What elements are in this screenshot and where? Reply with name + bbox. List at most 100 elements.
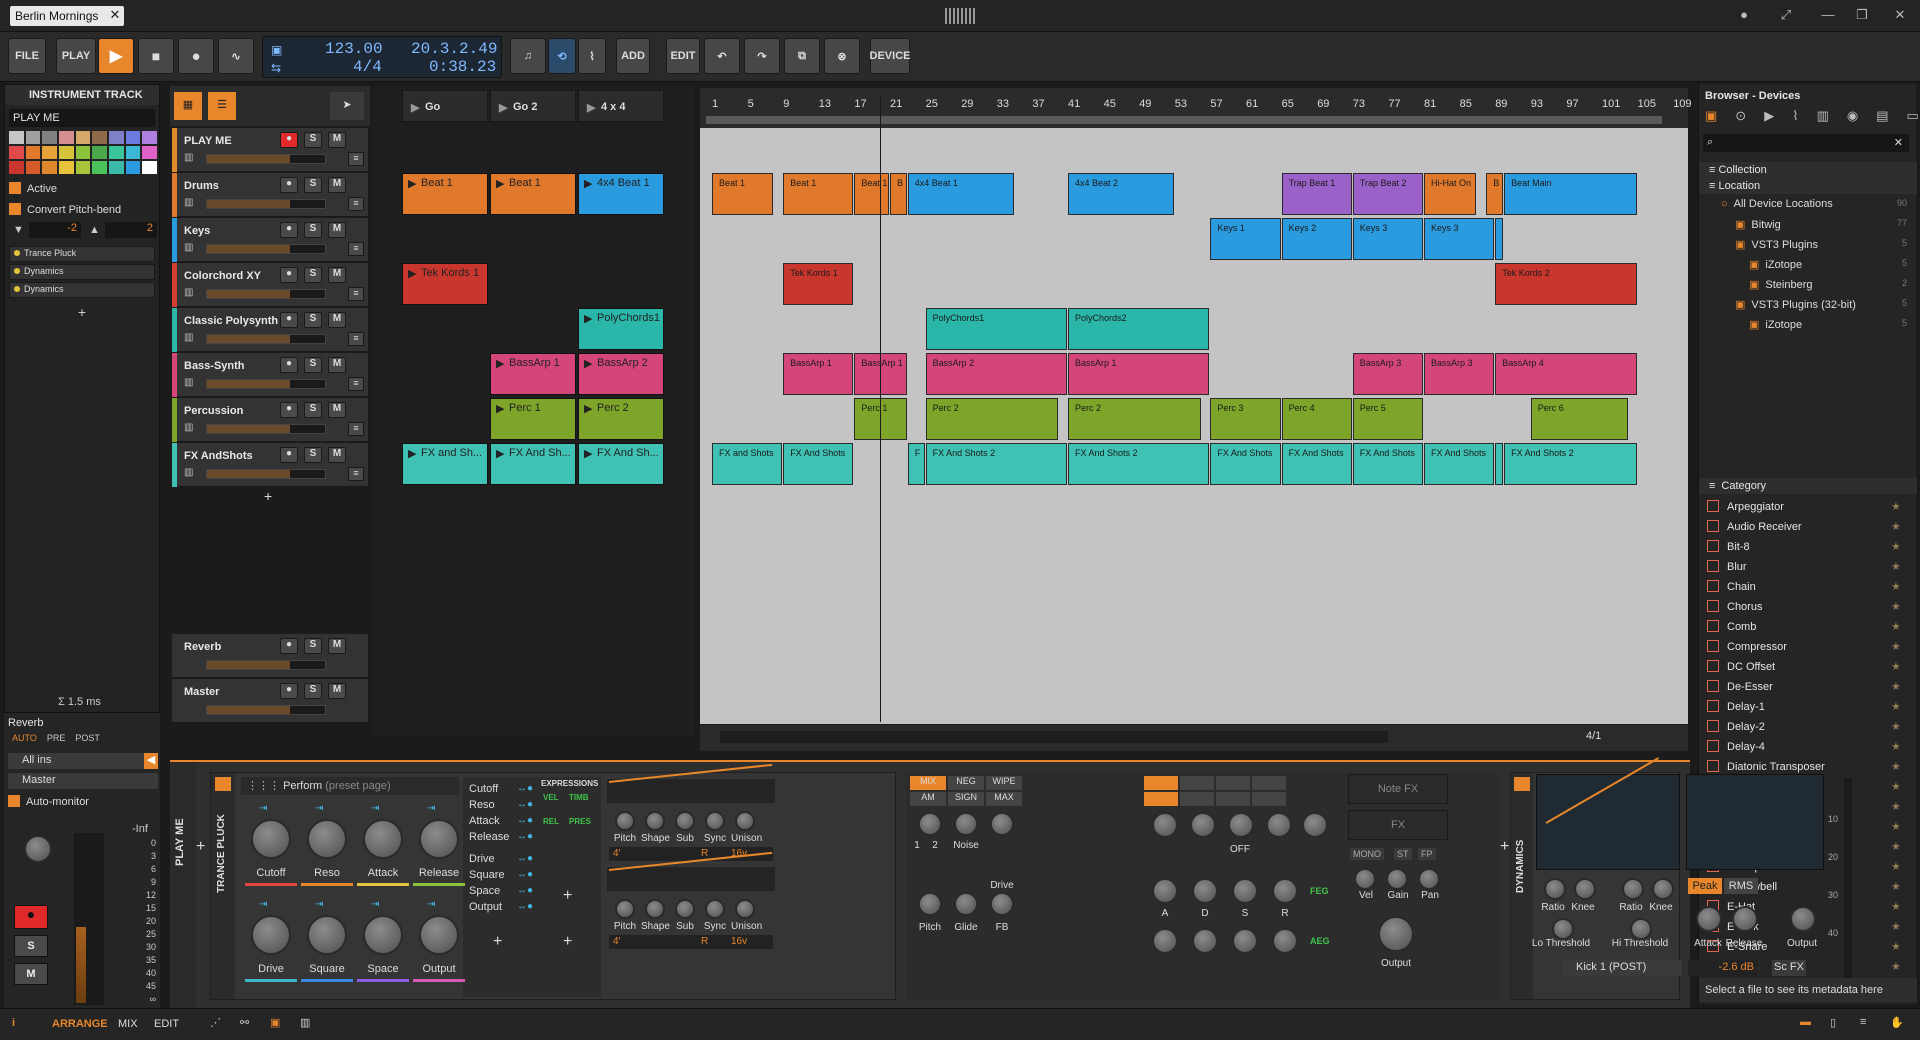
favorite-star-icon[interactable]: ★ — [1891, 660, 1901, 673]
mix-mode-button[interactable]: MIX — [910, 776, 946, 790]
presets-tab-icon[interactable]: ⊙ — [1735, 108, 1746, 128]
settings-icon[interactable]: ≡ — [1860, 1016, 1866, 1028]
record-button[interactable]: ● — [178, 38, 214, 74]
category-item[interactable]: Chain ★ — [1707, 580, 1917, 598]
macro-knob[interactable] — [419, 915, 459, 955]
record-dot-icon[interactable]: ● — [1734, 7, 1754, 25]
sidechain-gain-value[interactable]: -2.6 dB — [1688, 960, 1758, 976]
volume-fader[interactable] — [206, 334, 326, 344]
modulation-arrow-icon[interactable]: ⇥ — [371, 803, 379, 814]
clip-play-icon[interactable]: ▶ — [584, 447, 592, 460]
palette-swatch[interactable] — [109, 146, 124, 159]
scene-slot[interactable]: ▶ 4 x 4 — [578, 90, 664, 122]
mute-button[interactable]: M — [328, 683, 346, 699]
track-menu-icon[interactable]: ≡ — [348, 332, 364, 346]
solo-button[interactable]: S — [304, 683, 322, 699]
favorite-star-icon[interactable]: ★ — [1891, 520, 1901, 533]
delete-button[interactable]: ⊗ — [824, 38, 860, 74]
mix-mode-button[interactable]: SIGN — [948, 792, 984, 806]
inspector-device-item[interactable]: Trance Pluck — [9, 246, 155, 262]
clip-play-icon[interactable]: ▶ — [496, 177, 504, 190]
mod-target-arrow-icon[interactable]: ↔● — [517, 885, 533, 896]
add-device-icon[interactable]: + — [5, 304, 159, 320]
output-select[interactable]: Master — [8, 773, 158, 789]
arranger-clip[interactable]: Keys 2 — [1281, 218, 1352, 260]
beat-position[interactable]: 20.3.2.49 — [411, 40, 497, 58]
arranger-clip[interactable]: BassArp 3 — [1424, 353, 1495, 395]
palette-swatch[interactable] — [142, 131, 157, 144]
arranger-clip[interactable]: B — [1486, 173, 1504, 215]
edit-button[interactable]: EDIT — [666, 38, 700, 74]
osc-knob[interactable] — [705, 899, 725, 919]
mute-button[interactable]: M — [328, 357, 346, 373]
arm-button[interactable]: ● — [280, 177, 298, 193]
mute-button[interactable]: M — [328, 267, 346, 283]
multisamples-tab-icon[interactable]: ▥ — [1817, 108, 1829, 128]
track-header[interactable]: Bass-Synth ● S M ▥ ≡ — [172, 353, 380, 397]
track-header[interactable]: Classic Polysynth ● S M ▥ ≡ — [172, 308, 380, 352]
category-item[interactable]: Compressor ★ — [1707, 640, 1917, 658]
scene-launch-icon[interactable]: ▶ — [587, 101, 595, 114]
metronome-button[interactable]: ♫ — [510, 38, 546, 74]
pan-knob[interactable] — [1418, 868, 1440, 890]
launcher-clip[interactable]: ▶ Beat 1 — [402, 173, 488, 215]
arranger-clip[interactable]: BassArp 4 — [1495, 353, 1637, 395]
favorite-star-icon[interactable]: ★ — [1891, 580, 1901, 593]
launcher-clip[interactable]: ▶ Perc 1 — [490, 398, 576, 440]
arranger-clip[interactable]: PolyChords2 — [1068, 308, 1210, 350]
arranger-clip[interactable]: Beat 1 — [712, 173, 774, 215]
mix-knob-1[interactable] — [918, 812, 942, 836]
favorite-star-icon[interactable]: ★ — [1891, 800, 1901, 813]
note-fx-slot[interactable]: Note FX — [1348, 774, 1448, 804]
arranger-clip[interactable]: Keys 3 — [1424, 218, 1495, 260]
arm-button[interactable]: ● — [280, 357, 298, 373]
palette-swatch[interactable] — [9, 131, 24, 144]
arm-button[interactable]: ● — [280, 447, 298, 463]
feg-knob[interactable] — [1192, 878, 1218, 904]
inspector-device-item[interactable]: Dynamics — [9, 282, 155, 298]
track-name-field[interactable]: PLAY ME — [9, 109, 155, 127]
category-item[interactable]: Blur ★ — [1707, 560, 1917, 578]
palette-swatch[interactable] — [109, 131, 124, 144]
favorite-star-icon[interactable]: ★ — [1891, 680, 1901, 693]
arranger-clip[interactable]: 4x4 Beat 1 — [907, 173, 1014, 215]
filter-env-knob[interactable] — [1266, 812, 1292, 838]
lo-ratio-knob[interactable] — [1544, 878, 1566, 900]
panel-icon[interactable]: ▣ — [270, 1016, 280, 1029]
osc-knob[interactable] — [645, 899, 665, 919]
dyn-power-icon[interactable] — [1514, 777, 1530, 791]
palette-swatch[interactable] — [142, 146, 157, 159]
preset-page-selector[interactable]: ⋮⋮⋮ Perform (preset page) — [241, 777, 459, 795]
volume-fader[interactable] — [206, 154, 326, 164]
arranger-clip[interactable]: FX And Shots — [1281, 443, 1352, 485]
play-mode-button[interactable]: PLAY — [56, 38, 96, 74]
feg-knob[interactable] — [1152, 878, 1178, 904]
maximize-icon[interactable]: ❐ — [1852, 7, 1872, 25]
mod-target-arrow-icon[interactable]: ↔● — [517, 869, 533, 880]
palette-swatch[interactable] — [25, 161, 41, 174]
track-menu-icon[interactable]: ≡ — [348, 467, 364, 481]
noise-knob[interactable] — [954, 812, 978, 836]
arm-button[interactable]: ● — [280, 683, 298, 699]
tab-arrange[interactable]: ARRANGE — [52, 1018, 108, 1030]
send-mode-post[interactable]: POST — [75, 733, 100, 743]
link-icon[interactable]: ⚯ — [240, 1016, 249, 1029]
loop-toggle[interactable]: ⟲ — [548, 38, 576, 74]
input-select[interactable]: All ins — [8, 753, 144, 769]
modulation-arrow-icon[interactable]: ⇥ — [427, 899, 435, 910]
clip-play-icon[interactable]: ▶ — [496, 357, 504, 370]
osc-knob[interactable] — [735, 811, 755, 831]
modulation-arrow-icon[interactable]: ⇥ — [259, 899, 267, 910]
palette-swatch[interactable] — [125, 161, 141, 174]
scene-slot[interactable]: ▶ Go — [402, 90, 488, 122]
modulation-icon[interactable]: ⋰ — [210, 1016, 221, 1029]
arm-button[interactable]: ● — [280, 222, 298, 238]
modulation-arrow-icon[interactable]: ⇥ — [427, 803, 435, 814]
favorite-star-icon[interactable]: ★ — [1891, 780, 1901, 793]
grid-view-icon[interactable]: ▦ — [174, 92, 202, 120]
volume-fader[interactable] — [206, 289, 326, 299]
scene-launch-icon[interactable]: ▶ — [499, 101, 507, 114]
close-icon[interactable]: ✕ — [109, 7, 120, 23]
mod-target-arrow-icon[interactable]: ↔● — [517, 799, 533, 810]
browser-tabs[interactable]: ▣ ⊙ ▶ ⌇ ▥ ◉ ▤ ▭ — [1705, 108, 1919, 128]
